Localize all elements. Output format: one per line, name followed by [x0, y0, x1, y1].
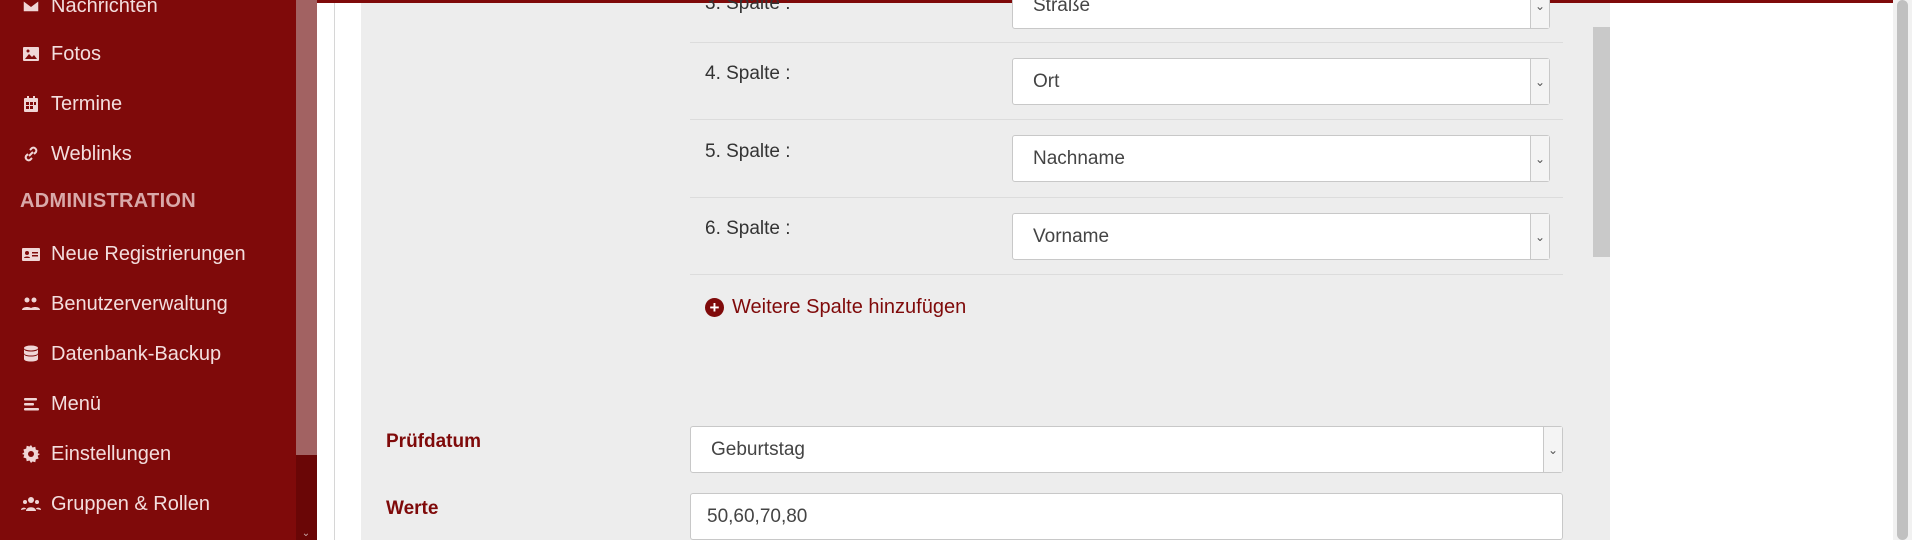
id-card-icon [20, 243, 42, 265]
sidebar-item-label: Gruppen & Rollen [51, 492, 210, 515]
content-border [334, 3, 335, 540]
sidebar: Nachrichten Fotos Termine Weblinks ADMIN… [0, 0, 317, 540]
row-divider [690, 274, 1563, 275]
users-cog-icon [20, 293, 42, 315]
column-label: 4. Spalte : [705, 63, 791, 84]
database-icon [20, 343, 42, 365]
werte-input[interactable]: 50,60,70,80 [690, 493, 1563, 540]
sidebar-item-datenbank-backup[interactable]: Datenbank-Backup [20, 338, 221, 370]
scroll-down-arrow-icon[interactable]: ⌄ [300, 528, 312, 540]
werte-input-value: 50,60,70,80 [707, 505, 808, 527]
add-column-link[interactable]: + Weitere Spalte hinzufügen [705, 296, 966, 319]
column-select[interactable]: Straße ⌄ [1012, 0, 1550, 29]
sidebar-item-label: Neue Registrierungen [51, 242, 246, 265]
column-select-value: Ort [1033, 70, 1060, 92]
column-select[interactable]: Nachname ⌄ [1012, 135, 1550, 182]
sidebar-item-menue[interactable]: Menü [20, 388, 101, 420]
pruefdatum-select-value: Geburtstag [711, 438, 805, 460]
link-icon [20, 143, 42, 165]
column-select-value: Straße [1033, 0, 1091, 16]
row-divider [690, 42, 1563, 43]
sidebar-menu: Nachrichten Fotos Termine Weblinks ADMIN… [0, 0, 296, 540]
column-select[interactable]: Ort ⌄ [1012, 58, 1550, 105]
chevron-down-icon: ⌄ [1530, 0, 1549, 28]
image-icon [20, 43, 42, 65]
right-white-area [1610, 3, 1912, 540]
main-content: 3. Spalte : Straße ⌄ 4. Spalte : Ort ⌄ 5… [317, 0, 1912, 540]
sidebar-item-benutzerverwaltung[interactable]: Benutzerverwaltung [20, 288, 228, 320]
sidebar-item-weblinks[interactable]: Weblinks [20, 138, 132, 170]
chevron-down-icon: ⌄ [1530, 59, 1549, 104]
column-select-value: Nachname [1033, 147, 1125, 169]
werte-label: Werte [386, 498, 439, 519]
sidebar-item-gruppen-rollen[interactable]: Gruppen & Rollen [20, 488, 210, 520]
sidebar-item-fotos[interactable]: Fotos [20, 38, 101, 70]
menu-icon [20, 393, 42, 415]
sidebar-item-label: Weblinks [51, 142, 132, 165]
pruefdatum-select[interactable]: Geburtstag ⌄ [690, 426, 1563, 473]
chevron-down-icon: ⌄ [1530, 214, 1549, 259]
add-column-label: Weitere Spalte hinzufügen [732, 296, 967, 318]
column-select[interactable]: Vorname ⌄ [1012, 213, 1550, 260]
sidebar-item-label: Benutzerverwaltung [51, 292, 228, 315]
chevron-down-icon: ⌄ [1530, 136, 1549, 181]
sidebar-item-einstellungen[interactable]: Einstellungen [20, 438, 171, 470]
sidebar-item-label: Termine [51, 92, 123, 115]
sidebar-item-label: Menü [51, 392, 102, 415]
sidebar-item-label: Nachrichten [51, 0, 158, 17]
column-label: 5. Spalte : [705, 141, 791, 162]
chevron-down-icon: ⌄ [1543, 427, 1562, 472]
sidebar-item-label: Einstellungen [51, 442, 172, 465]
panel-scrollbar-thumb[interactable] [1593, 27, 1610, 257]
column-select-value: Vorname [1033, 225, 1110, 247]
sidebar-heading-administration: ADMINISTRATION [20, 190, 197, 212]
window-scrollbar-thumb[interactable] [1897, 0, 1908, 540]
sidebar-scrollbar-thumb[interactable] [296, 0, 317, 455]
calendar-icon [20, 93, 42, 115]
column-label: 6. Spalte : [705, 218, 791, 239]
sidebar-item-neue-registrierungen[interactable]: Neue Registrierungen [20, 238, 246, 270]
column-label: 3. Spalte : [705, 0, 791, 14]
sidebar-item-termine[interactable]: Termine [20, 88, 122, 120]
envelope-icon [20, 0, 42, 17]
plus-circle-icon: + [705, 298, 724, 317]
sidebar-item-nachrichten[interactable]: Nachrichten [20, 0, 158, 22]
sidebar-item-label: Datenbank-Backup [51, 342, 222, 365]
row-divider [690, 197, 1563, 198]
row-divider [690, 119, 1563, 120]
gear-icon [20, 443, 42, 465]
users-icon [20, 493, 42, 515]
sidebar-item-label: Fotos [51, 42, 102, 65]
pruefdatum-label: Prüfdatum [386, 431, 481, 452]
